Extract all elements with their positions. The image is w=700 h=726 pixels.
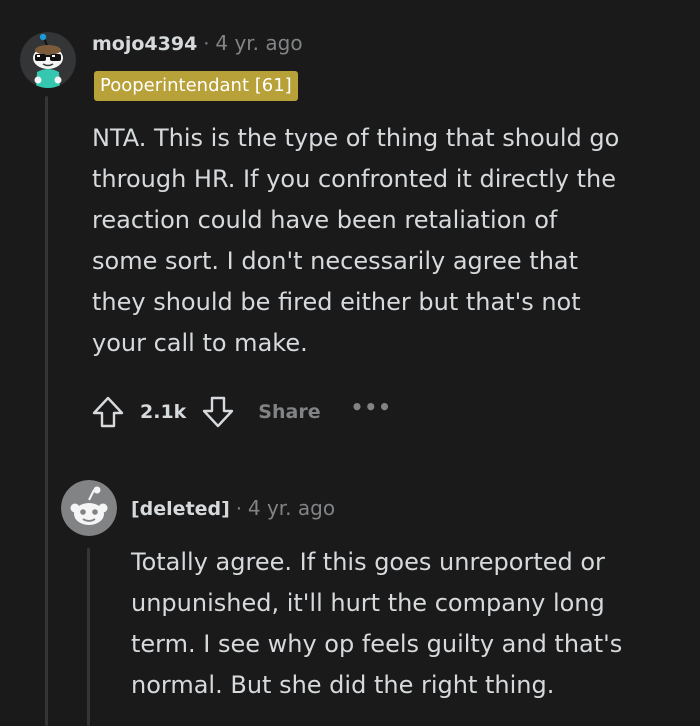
thread-line-main[interactable] — [45, 96, 48, 726]
reply-body-line: normal. But she did the right thing. — [131, 671, 555, 699]
comment-body-line: reaction could have been retaliation of — [92, 206, 558, 234]
reply-header: [deleted] · 4 yr. ago — [131, 496, 335, 520]
comment-action-bar: 2.1k Share ••• — [90, 392, 392, 432]
meta-separator: · — [235, 498, 242, 520]
avatar[interactable] — [20, 32, 76, 88]
comment-body-line: they should be fired either but that's n… — [92, 288, 581, 316]
more-options-button[interactable]: ••• — [351, 395, 392, 419]
vote-score: 2.1k — [140, 401, 187, 423]
comment-body-line: NTA. This is the type of thing that shou… — [92, 124, 620, 152]
thread-line-reply[interactable] — [87, 548, 90, 726]
comment-body-line: through HR. If you confronted it directl… — [92, 165, 616, 193]
reply-body-line: Totally agree. If this goes unreported o… — [131, 548, 605, 576]
reply-avatar[interactable] — [61, 480, 117, 536]
user-flair: Pooperintendant [61] — [94, 71, 298, 101]
share-button[interactable]: Share — [258, 401, 320, 423]
meta-separator: · — [203, 33, 210, 55]
username[interactable]: mojo4394 — [92, 33, 197, 55]
reply-body-line: unpunished, it'll hurt the company long — [131, 589, 605, 617]
reply-body-line: term. I see why op feels guilty and that… — [131, 630, 623, 658]
comment-thread: mojo4394 · 4 yr. ago Pooperintendant [61… — [0, 0, 700, 726]
downvote-arrow-icon[interactable] — [200, 394, 236, 430]
comment-header: mojo4394 · 4 yr. ago — [92, 31, 303, 55]
upvote-arrow-icon[interactable] — [90, 394, 126, 430]
reply-timestamp[interactable]: 4 yr. ago — [248, 496, 335, 520]
timestamp[interactable]: 4 yr. ago — [215, 31, 302, 55]
default-snoo-avatar-icon — [61, 480, 117, 536]
comment-body: NTA. This is the type of thing that shou… — [92, 118, 619, 364]
snoo-sunglasses-avatar-icon — [20, 32, 76, 88]
reply-body: Totally agree. If this goes unreported o… — [131, 542, 622, 706]
comment-body-line: some sort. I don't necessarily agree tha… — [92, 247, 579, 275]
reply-username: [deleted] — [131, 498, 230, 520]
comment-body-line: your call to make. — [92, 329, 308, 357]
